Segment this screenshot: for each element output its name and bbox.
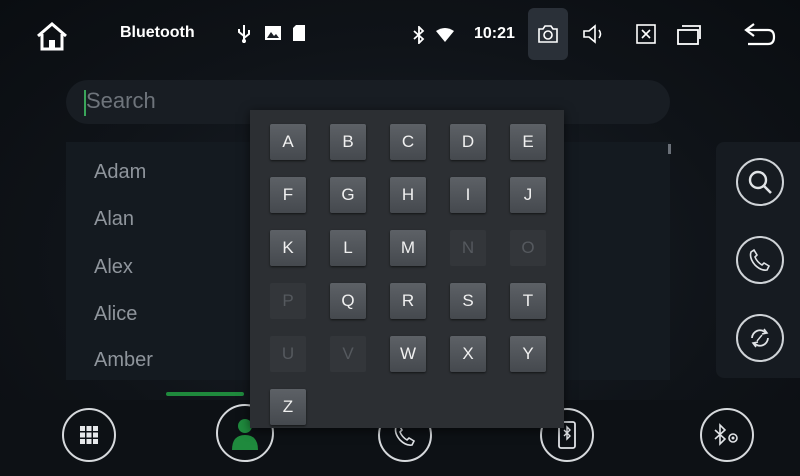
- search-icon: [748, 170, 772, 194]
- alphabet-key-d[interactable]: D: [450, 124, 486, 160]
- alphabet-key-p: P: [270, 283, 306, 319]
- dialpad-button[interactable]: [62, 408, 116, 462]
- contact-name[interactable]: Alice: [94, 303, 137, 326]
- wifi-icon: [436, 28, 454, 42]
- contact-name[interactable]: Adam: [94, 161, 146, 184]
- recent-apps-icon[interactable]: [676, 22, 702, 46]
- active-tab-indicator: [166, 392, 244, 396]
- alphabet-key-x[interactable]: X: [450, 336, 486, 372]
- alphabet-key-s[interactable]: S: [450, 283, 486, 319]
- sync-icon: [751, 328, 769, 348]
- alphabet-index-popup: ABCDE FGHIJ KLMNO PQRST UVWXY Z: [250, 110, 564, 428]
- alphabet-key-b[interactable]: B: [330, 124, 366, 160]
- alphabet-key-e[interactable]: E: [510, 124, 546, 160]
- bluetooth-settings-icon: [714, 423, 738, 446]
- alphabet-key-z[interactable]: Z: [270, 389, 306, 425]
- alphabet-key-k[interactable]: K: [270, 230, 306, 266]
- alphabet-key-v: V: [330, 336, 366, 372]
- alphabet-key-u: U: [270, 336, 306, 372]
- contact-name[interactable]: Alex: [94, 256, 133, 279]
- alphabet-key-l[interactable]: L: [330, 230, 366, 266]
- scrollbar[interactable]: [668, 144, 671, 154]
- alphabet-key-t[interactable]: T: [510, 283, 546, 319]
- contact-name[interactable]: Amber: [94, 349, 153, 372]
- bluetooth-settings-button[interactable]: [700, 408, 754, 462]
- bluetooth-icon: [413, 26, 425, 44]
- alphabet-key-r[interactable]: R: [390, 283, 426, 319]
- app-title: Bluetooth: [120, 24, 195, 41]
- alphabet-key-j[interactable]: J: [510, 177, 546, 213]
- home-icon[interactable]: [34, 20, 70, 52]
- alphabet-key-y[interactable]: Y: [510, 336, 546, 372]
- alphabet-key-c[interactable]: C: [390, 124, 426, 160]
- alphabet-key-o: O: [510, 230, 546, 266]
- clock: 10:21: [474, 25, 515, 42]
- search-input[interactable]: Search: [86, 88, 156, 114]
- contact-name[interactable]: Alan: [94, 208, 134, 231]
- status-bar: Bluetooth 10:21: [0, 0, 800, 68]
- text-cursor: [84, 90, 86, 116]
- alphabet-key-q[interactable]: Q: [330, 283, 366, 319]
- alphabet-key-m[interactable]: M: [390, 230, 426, 266]
- sync-button[interactable]: [736, 314, 784, 362]
- search-button[interactable]: [736, 158, 784, 206]
- dialpad-icon: [80, 426, 98, 444]
- alphabet-key-a[interactable]: A: [270, 124, 306, 160]
- image-icon: [264, 25, 282, 41]
- call-button[interactable]: [736, 236, 784, 284]
- alphabet-key-g[interactable]: G: [330, 177, 366, 213]
- call-icon: [749, 248, 771, 271]
- usb-icon: [236, 24, 252, 44]
- alphabet-key-i[interactable]: I: [450, 177, 486, 213]
- close-box-icon[interactable]: [636, 24, 656, 44]
- alphabet-key-w[interactable]: W: [390, 336, 426, 372]
- screenshot-icon: [538, 25, 558, 43]
- alphabet-key-f[interactable]: F: [270, 177, 306, 213]
- sd-card-icon: [292, 24, 306, 42]
- volume-icon[interactable]: [582, 22, 606, 46]
- alphabet-key-n: N: [450, 230, 486, 266]
- screenshot-button[interactable]: [528, 8, 568, 60]
- alphabet-key-h[interactable]: H: [390, 177, 426, 213]
- back-icon[interactable]: [744, 20, 776, 48]
